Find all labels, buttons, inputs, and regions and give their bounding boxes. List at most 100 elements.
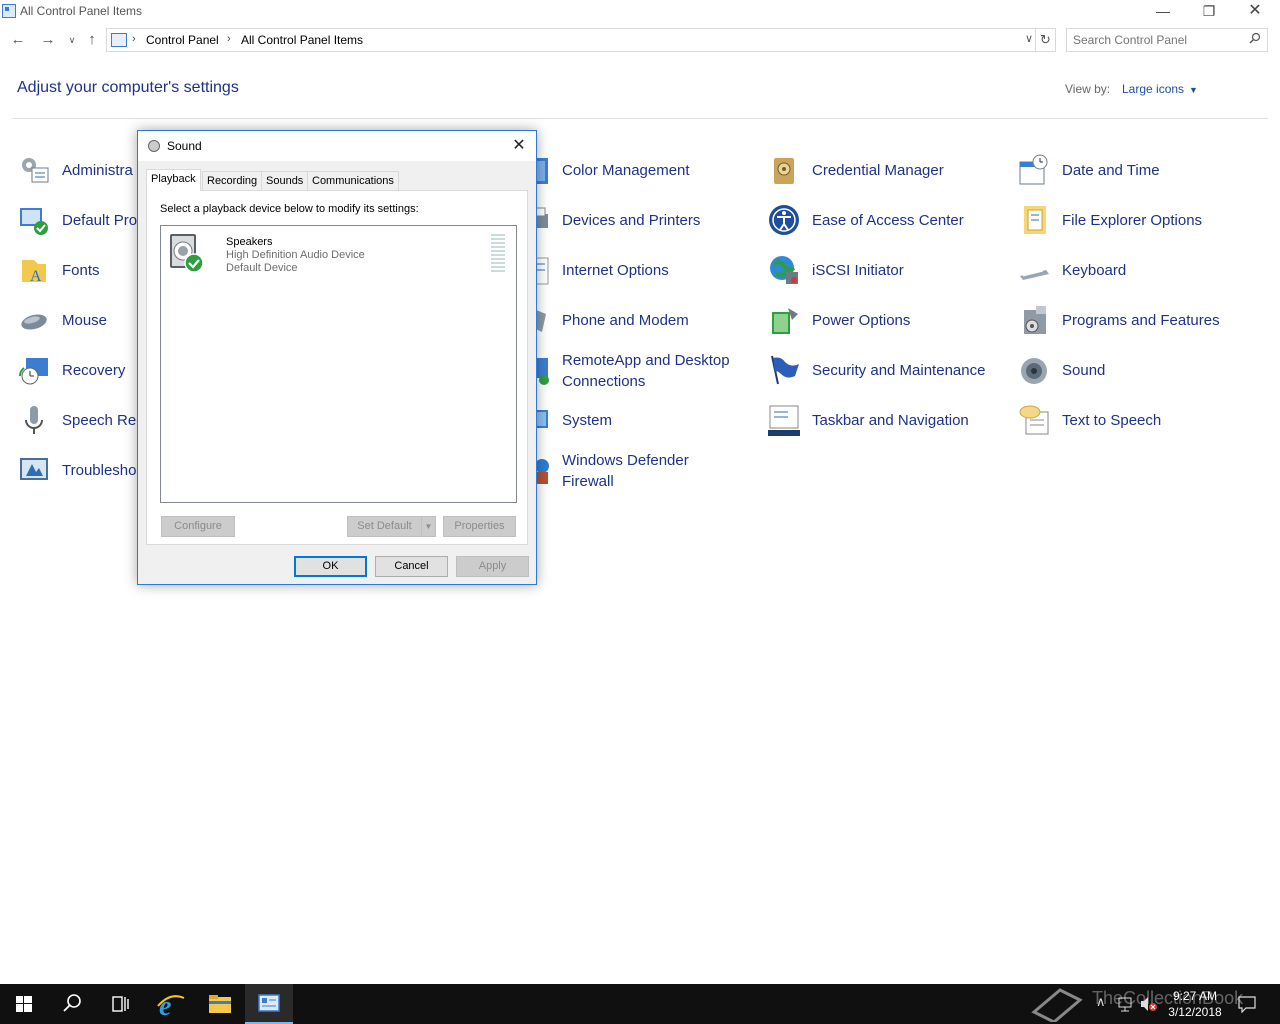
item-troubleshooting[interactable]: Troublesho	[18, 450, 138, 490]
minimize-button[interactable]: —	[1140, 0, 1186, 24]
item-label[interactable]: Mouse	[62, 310, 107, 331]
item-sound[interactable]: Sound	[1018, 350, 1258, 390]
dialog-close-button[interactable]: ✕	[508, 135, 530, 157]
clock-time[interactable]: 9:27 AM	[1162, 988, 1228, 1004]
item-label[interactable]: Windows Defender Firewall	[562, 450, 689, 492]
view-by-dropdown[interactable]: Large icons ▼	[1122, 82, 1198, 96]
item-label[interactable]: Color Management	[562, 160, 690, 181]
item-label[interactable]: Security and Maintenance	[812, 360, 985, 381]
item-windows-defender-firewall[interactable]: Windows Defender Firewall	[518, 450, 758, 490]
configure-button[interactable]: Configure	[161, 516, 235, 537]
item-devices-and-printers[interactable]: Devices and Printers	[518, 200, 758, 240]
item-remoteapp[interactable]: RemoteApp and Desktop Connections	[518, 350, 758, 390]
item-label[interactable]: Programs and Features	[1062, 310, 1220, 331]
search-input[interactable]	[1073, 32, 1243, 48]
chevron-down-icon[interactable]: ∨	[1025, 32, 1033, 45]
caret-down-icon[interactable]: ▼	[1189, 85, 1198, 95]
breadcrumb-all-items[interactable]: All Control Panel Items	[241, 33, 363, 47]
forward-arrow-icon[interactable]: →	[38, 30, 58, 50]
item-label[interactable]: iSCSI Initiator	[812, 260, 904, 281]
ok-button[interactable]: OK	[294, 556, 367, 577]
network-icon[interactable]	[1118, 996, 1134, 1012]
item-iscsi-initiator[interactable]: iSCSI Initiator	[768, 250, 1008, 290]
tab-sounds[interactable]: Sounds	[261, 171, 309, 191]
cancel-button[interactable]: Cancel	[375, 556, 448, 577]
item-power-options[interactable]: Power Options	[768, 300, 1008, 340]
item-system[interactable]: System	[518, 400, 758, 440]
set-default-label[interactable]: Set Default	[357, 520, 411, 532]
tab-recording[interactable]: Recording	[202, 171, 263, 191]
item-programs-and-features[interactable]: Programs and Features	[1018, 300, 1258, 340]
item-label[interactable]: Taskbar and Navigation	[812, 410, 969, 431]
item-label[interactable]: File Explorer Options	[1062, 210, 1202, 231]
item-taskbar-and-navigation[interactable]: Taskbar and Navigation	[768, 400, 1008, 440]
item-label-line1[interactable]: RemoteApp and Desktop	[562, 352, 730, 369]
item-default-programs[interactable]: Default Pro	[18, 200, 138, 240]
item-label-line2[interactable]: Firewall	[562, 473, 614, 490]
refresh-icon[interactable]: ↻	[1036, 28, 1056, 52]
item-keyboard[interactable]: Keyboard	[1018, 250, 1258, 290]
item-label[interactable]: Sound	[1062, 360, 1105, 381]
action-center-icon[interactable]	[1238, 995, 1256, 1013]
apply-button[interactable]: Apply	[456, 556, 529, 577]
file-explorer-button[interactable]	[196, 984, 244, 1024]
show-hidden-icons-chevron-icon[interactable]: ∧	[1096, 994, 1106, 1010]
item-administrative-tools[interactable]: Administra	[18, 150, 138, 190]
item-file-explorer-options[interactable]: File Explorer Options	[1018, 200, 1258, 240]
start-button[interactable]	[0, 984, 48, 1024]
item-label[interactable]: Text to Speech	[1062, 410, 1161, 431]
volume-muted-icon[interactable]	[1140, 996, 1158, 1012]
control-panel-taskbar-button[interactable]	[245, 984, 293, 1024]
item-fonts[interactable]: A Fonts	[18, 250, 138, 290]
breadcrumb-separator[interactable]: ›	[227, 33, 231, 45]
item-text-to-speech[interactable]: Text to Speech	[1018, 400, 1258, 440]
tab-communications[interactable]: Communications	[307, 171, 399, 191]
back-arrow-icon[interactable]: ←	[8, 30, 28, 50]
item-label-line2[interactable]: Connections	[562, 373, 645, 390]
item-internet-options[interactable]: Internet Options	[518, 250, 758, 290]
breadcrumb-control-panel[interactable]: Control Panel	[146, 33, 219, 47]
item-label[interactable]: Recovery	[62, 360, 125, 381]
item-recovery[interactable]: Recovery	[18, 350, 138, 390]
item-label[interactable]: Fonts	[62, 260, 100, 281]
restore-button[interactable]: ❐	[1186, 0, 1232, 24]
search-icon[interactable]	[1249, 32, 1261, 44]
clock-date[interactable]: 3/12/2018	[1162, 1004, 1228, 1020]
item-label[interactable]: Ease of Access Center	[812, 210, 964, 231]
item-label[interactable]: Phone and Modem	[562, 310, 689, 331]
chevron-down-icon[interactable]: ▼	[421, 517, 435, 536]
item-label[interactable]: RemoteApp and Desktop Connections	[562, 350, 730, 392]
item-label[interactable]: Keyboard	[1062, 260, 1126, 281]
item-label[interactable]: Date and Time	[1062, 160, 1160, 181]
search-taskbar-button[interactable]	[48, 984, 96, 1024]
dialog-title-bar[interactable]: Sound ✕	[138, 131, 536, 161]
internet-explorer-button[interactable]: e	[146, 984, 194, 1024]
item-label[interactable]: Internet Options	[562, 260, 669, 281]
set-default-button[interactable]: Set Default ▼	[347, 516, 436, 537]
item-phone-and-modem[interactable]: Phone and Modem	[518, 300, 758, 340]
item-label[interactable]: Power Options	[812, 310, 910, 331]
item-label[interactable]: Troublesho	[62, 460, 137, 481]
item-label[interactable]: Credential Manager	[812, 160, 944, 181]
close-button[interactable]: ✕	[1232, 0, 1278, 24]
view-by-value[interactable]: Large icons	[1122, 82, 1184, 96]
item-credential-manager[interactable]: Credential Manager	[768, 150, 1008, 190]
recent-locations-chevron-icon[interactable]: ∨	[62, 30, 82, 50]
item-ease-of-access[interactable]: Ease of Access Center	[768, 200, 1008, 240]
item-label[interactable]: Default Pro	[62, 210, 137, 231]
task-view-button[interactable]	[96, 984, 144, 1024]
tab-playback[interactable]: Playback	[146, 169, 201, 191]
item-label[interactable]: Speech Rec	[62, 410, 144, 431]
properties-button[interactable]: Properties	[443, 516, 516, 537]
device-list[interactable]: Speakers High Definition Audio Device De…	[160, 225, 517, 503]
list-item[interactable]: Speakers High Definition Audio Device De…	[165, 230, 512, 280]
item-date-and-time[interactable]: Date and Time	[1018, 150, 1258, 190]
item-label[interactable]: Devices and Printers	[562, 210, 700, 231]
address-bar[interactable]: › Control Panel › All Control Panel Item…	[106, 28, 1036, 52]
item-security-and-maintenance[interactable]: Security and Maintenance	[768, 350, 1008, 390]
item-mouse[interactable]: Mouse	[18, 300, 138, 340]
item-speech-recognition[interactable]: Speech Rec	[18, 400, 144, 440]
item-label[interactable]: System	[562, 410, 612, 431]
item-color-management[interactable]: Color Management	[518, 150, 758, 190]
item-label-line1[interactable]: Windows Defender	[562, 452, 689, 469]
